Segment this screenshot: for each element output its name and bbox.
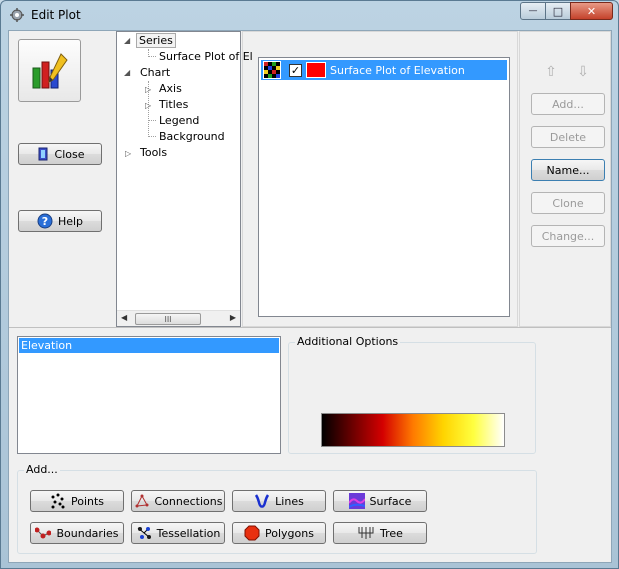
boundaries-icon: [35, 527, 52, 539]
scroll-thumb-grip: III: [164, 314, 172, 324]
additional-options-label: Additional Options: [295, 335, 401, 348]
add-tree-button[interactable]: Tree: [333, 522, 427, 544]
edit-plot-window: Edit Plot — □ ✕ Close ? Help ◢ Series Su…: [0, 0, 619, 569]
maximize-button[interactable]: □: [545, 2, 571, 20]
scroll-left-icon[interactable]: ◀: [121, 313, 127, 322]
close-button[interactable]: Close: [18, 143, 102, 165]
delete-series-button[interactable]: Delete: [531, 126, 605, 148]
expand-tools-icon[interactable]: ▷: [125, 149, 131, 158]
door-icon: [38, 147, 48, 161]
series-actions-panel: ⇧ ⇩ Add... Delete Name... Clone Change..…: [519, 31, 611, 327]
clone-series-button[interactable]: Clone: [531, 192, 605, 214]
add-polygons-label: Polygons: [265, 526, 314, 540]
series-color-swatch[interactable]: [306, 62, 326, 78]
add-points-label: Points: [70, 494, 105, 508]
close-button-label: Close: [54, 147, 85, 161]
minimize-icon: —: [528, 6, 538, 16]
surface-series-icon: [263, 61, 281, 79]
dialog-client-area: Close ? Help ◢ Series Surface Plot of El…: [8, 30, 612, 563]
maximize-icon: □: [552, 4, 564, 18]
add-points-button[interactable]: Points: [30, 490, 124, 512]
colormap-bar: [321, 413, 505, 447]
expand-series-icon[interactable]: ◢: [124, 36, 130, 45]
series-name: Surface Plot of Elevation: [330, 63, 465, 77]
app-icon: [10, 8, 24, 22]
expand-axis-icon[interactable]: ▷: [145, 85, 151, 94]
left-panel: Close ? Help: [9, 31, 114, 327]
tree-item-chart[interactable]: Chart: [140, 66, 170, 79]
add-lines-label: Lines: [275, 494, 304, 508]
tree-item-series[interactable]: Series: [136, 33, 176, 48]
add-surface-label: Surface: [369, 494, 412, 508]
add-lines-button[interactable]: Lines: [232, 490, 326, 512]
surface-icon: [348, 493, 365, 509]
tree-icon: [358, 527, 374, 539]
series-visible-checkbox[interactable]: ✓: [289, 63, 302, 77]
series-panel: ✓ Surface Plot of Elevation: [242, 31, 518, 327]
minimize-button[interactable]: —: [520, 2, 546, 20]
series-list[interactable]: ✓ Surface Plot of Elevation: [258, 57, 510, 317]
help-icon: ?: [37, 213, 53, 229]
settings-tree[interactable]: ◢ Series Surface Plot of El ◢ Chart ▷ Ax…: [116, 31, 253, 327]
add-tessellation-label: Tessellation: [156, 526, 221, 540]
expand-chart-icon[interactable]: ◢: [124, 68, 130, 77]
add-element-label: Add...: [24, 463, 60, 476]
tree-item-legend[interactable]: Legend: [159, 114, 199, 127]
scroll-right-icon[interactable]: ▶: [230, 313, 236, 322]
add-polygons-button[interactable]: Polygons: [232, 522, 326, 544]
tree-item-background[interactable]: Background: [159, 130, 225, 143]
tree-item-titles[interactable]: Titles: [159, 98, 188, 111]
data-list-item[interactable]: Elevation: [19, 338, 279, 353]
add-surface-button[interactable]: Surface: [333, 490, 427, 512]
add-tessellation-button[interactable]: Tessellation: [131, 522, 225, 544]
series-list-item[interactable]: ✓ Surface Plot of Elevation: [261, 60, 507, 80]
move-up-icon: ⇧: [545, 64, 557, 80]
add-connections-button[interactable]: Connections: [131, 490, 225, 512]
polygons-icon: [244, 525, 260, 541]
add-tree-label: Tree: [380, 526, 403, 540]
add-element-group: Add... Points Connections Lines Surface …: [17, 463, 537, 554]
close-window-button[interactable]: ✕: [570, 2, 613, 20]
add-boundaries-label: Boundaries: [56, 526, 119, 540]
help-button[interactable]: ? Help: [18, 210, 102, 232]
add-connections-label: Connections: [154, 494, 223, 508]
scroll-thumb[interactable]: III: [135, 313, 201, 325]
add-series-button[interactable]: Add...: [531, 93, 605, 115]
points-icon: [51, 493, 65, 509]
tree-item-surface-plot[interactable]: Surface Plot of El: [159, 50, 253, 63]
window-title: Edit Plot: [31, 8, 81, 22]
svg-text:?: ?: [42, 215, 48, 228]
add-boundaries-button[interactable]: Boundaries: [30, 522, 124, 544]
tree-item-tools[interactable]: Tools: [140, 146, 167, 159]
name-series-button[interactable]: Name...: [531, 159, 605, 181]
chart-icon: [32, 53, 68, 89]
tree-item-series-label: Series: [136, 33, 176, 48]
move-down-icon: ⇩: [577, 64, 589, 80]
help-button-label: Help: [57, 214, 84, 228]
change-series-button[interactable]: Change...: [531, 225, 605, 247]
title-bar[interactable]: Edit Plot — □ ✕: [1, 1, 618, 31]
tree-horizontal-scrollbar[interactable]: ◀ III ▶: [117, 310, 240, 326]
chart-editor-button[interactable]: [18, 39, 81, 102]
connections-icon: [135, 494, 148, 508]
tree-item-axis[interactable]: Axis: [159, 82, 182, 95]
data-list[interactable]: Elevation: [17, 336, 281, 454]
expand-titles-icon[interactable]: ▷: [145, 101, 151, 110]
close-icon: ✕: [586, 4, 597, 18]
lines-icon: [255, 494, 270, 509]
series-detail-section: Elevation Additional Options Add... Poin…: [9, 327, 611, 563]
tessellation-icon: [137, 527, 151, 539]
additional-options-group: Additional Options: [288, 335, 536, 454]
